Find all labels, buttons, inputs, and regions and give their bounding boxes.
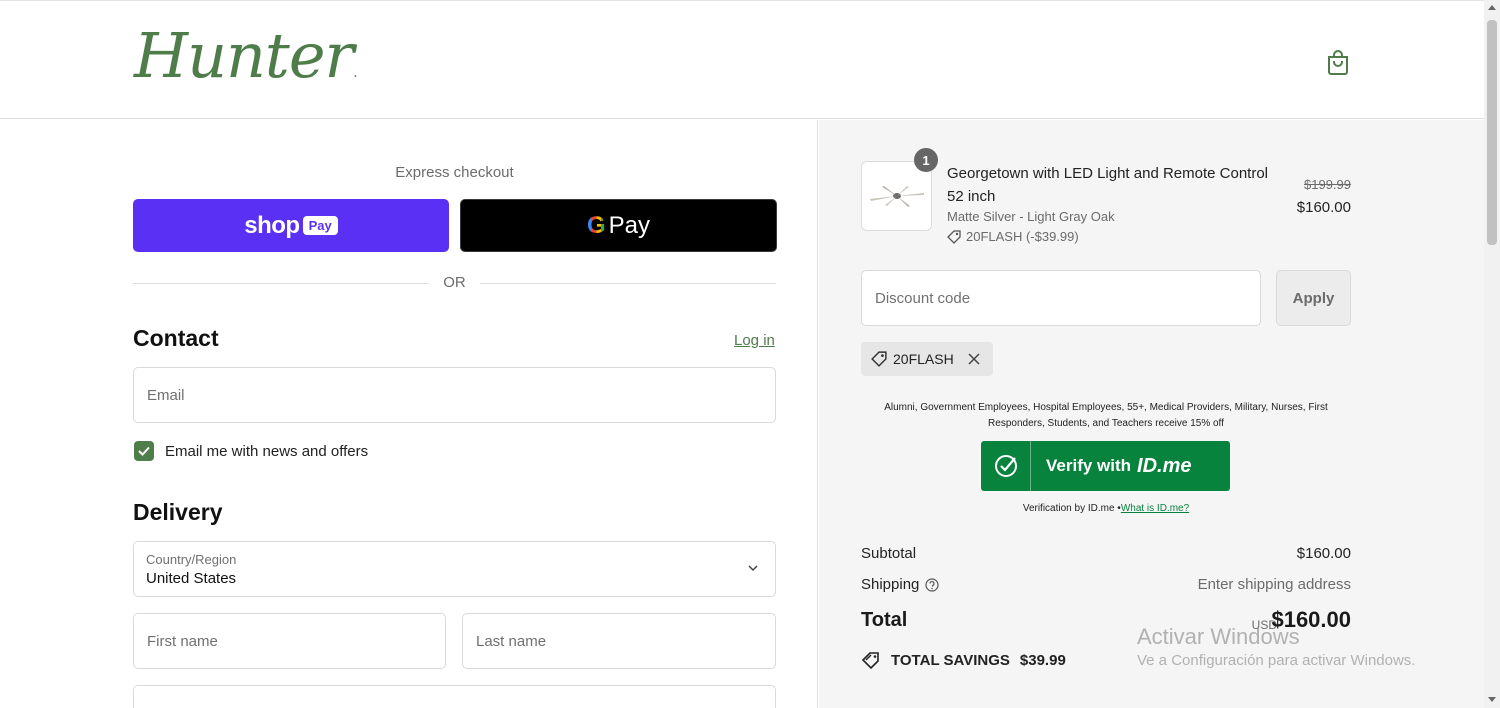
shop-pay-button[interactable]: shop Pay: [133, 199, 449, 252]
savings-value: $39.99: [1019, 651, 1066, 669]
express-checkout-title: Express checkout: [395, 164, 514, 181]
idme-note: Verification by ID.me •What is ID.me?: [861, 503, 1351, 514]
checkmark-icon: [138, 446, 150, 456]
idme-eligibility-text: Alumni, Government Employees, Hospital E…: [884, 402, 1328, 429]
scroll-thumb[interactable]: [1487, 20, 1497, 245]
shopping-bag-icon[interactable]: [1326, 49, 1350, 75]
product-variant: Matte Silver - Light Gray Oak: [947, 209, 1115, 224]
first-name-placeholder: First name: [147, 633, 218, 650]
news-offers-checkbox[interactable]: [134, 441, 154, 461]
divider-line-right: [480, 283, 776, 284]
discount-code-input[interactable]: Discount code: [861, 270, 1261, 326]
idme-button-label: Verify with: [1046, 456, 1132, 475]
help-circle-icon[interactable]: [925, 577, 939, 592]
last-name-placeholder: Last name: [476, 633, 547, 650]
tag-icon: [871, 351, 887, 367]
ceiling-fan-image: [870, 186, 924, 207]
google-pay-button[interactable]: G Pay: [460, 199, 777, 252]
product-discount-text: 20FLASH (-$39.99): [966, 229, 1079, 244]
applied-discount-chip: 20FLASH: [861, 342, 993, 376]
scroll-up-arrow-icon[interactable]: [1488, 5, 1496, 10]
first-name-field[interactable]: First name: [133, 613, 446, 669]
discount-placeholder: Discount code: [875, 290, 971, 307]
quantity-badge: 1: [914, 148, 938, 172]
google-pay-word: Pay: [608, 211, 651, 239]
shop-pay-badge: Pay: [302, 216, 338, 235]
windows-activation-subtitle: Ve a Configuración para activar Windows.: [1137, 652, 1416, 669]
shipping-row-label: Shipping: [861, 576, 939, 593]
address-field[interactable]: [133, 685, 776, 708]
google-g-icon: G: [586, 211, 606, 239]
subtotal-value: $160.00: [1296, 545, 1351, 562]
news-offers-label: Email me with news and offers: [165, 443, 369, 460]
country-value: United States: [146, 570, 237, 587]
country-label: Country/Region: [146, 552, 237, 567]
remove-discount-icon[interactable]: [968, 353, 980, 365]
idme-check-icon: [981, 441, 1031, 491]
order-summary: 1 Georgetown with LED Light and Remote C…: [819, 120, 1484, 708]
or-divider: OR: [133, 274, 776, 294]
total-savings: TOTAL SAVINGS $39.99: [861, 651, 1066, 669]
scroll-down-arrow-icon[interactable]: [1488, 697, 1496, 702]
email-field[interactable]: Email: [133, 367, 776, 423]
contact-title: Contact: [133, 325, 219, 351]
price-original: $199.99: [1304, 177, 1351, 192]
chevron-down-icon: [748, 565, 758, 572]
product-name: Georgetown with LED Light and Remote Con…: [947, 165, 1269, 205]
product-discount: 20FLASH (-$39.99): [947, 229, 1079, 244]
price-discounted: $160.00: [1296, 199, 1351, 216]
hunter-logo[interactable]: Hunter.: [134, 19, 358, 92]
verify-idme-button[interactable]: Verify with ID.me: [981, 441, 1230, 491]
applied-code-text: 20FLASH: [893, 351, 954, 367]
tag-icon: [947, 229, 961, 244]
country-select[interactable]: Country/Region United States: [133, 541, 776, 597]
email-placeholder: Email: [147, 387, 185, 404]
savings-label: TOTAL SAVINGS: [891, 651, 1010, 669]
shipping-value: Enter shipping address: [1197, 576, 1351, 593]
product-thumbnail: [861, 161, 932, 231]
savings-tag-icon: [861, 652, 879, 669]
idme-brand: ID.me: [1137, 454, 1192, 477]
idme-note-text: Verification by ID.me •: [1022, 503, 1121, 514]
delivery-title: Delivery: [133, 499, 223, 525]
shipping-label: Shipping: [861, 576, 920, 593]
log-in-link[interactable]: Log in: [734, 332, 775, 349]
last-name-field[interactable]: Last name: [462, 613, 776, 669]
checkout-form: Express checkout shop Pay G Pay OR Conta…: [0, 120, 818, 708]
checkout-page: Hunter. Express checkout shop Pay G Pay …: [0, 0, 1500, 708]
shop-pay-word: shop: [244, 211, 300, 239]
windows-activation-title: Activar Windows: [1137, 624, 1300, 649]
apply-button[interactable]: Apply: [1276, 270, 1351, 326]
site-header: Hunter.: [0, 0, 1484, 119]
total-label: Total: [861, 609, 908, 631]
subtotal-label: Subtotal: [861, 545, 917, 562]
page-scrollbar[interactable]: [1484, 0, 1500, 708]
what-is-idme-link[interactable]: What is ID.me?: [1121, 503, 1189, 514]
